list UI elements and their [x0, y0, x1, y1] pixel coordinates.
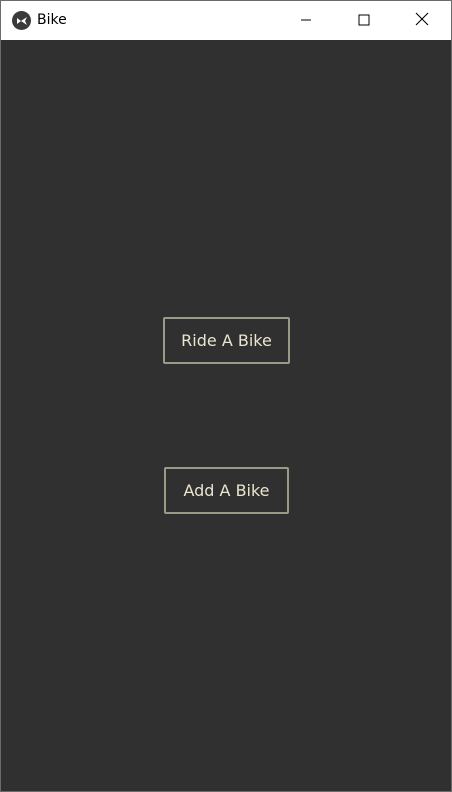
ride-a-bike-button[interactable]: Ride A Bike: [163, 317, 290, 364]
kivy-logo-icon: [12, 11, 31, 30]
close-icon: [415, 11, 429, 30]
main-content: Ride A Bike Add A Bike: [1, 40, 451, 791]
window-title: Bike: [37, 12, 67, 28]
app-window: Bike Ride A Bike Add A Bike: [0, 0, 452, 792]
maximize-icon: [358, 11, 370, 30]
maximize-button[interactable]: [335, 1, 393, 40]
close-button[interactable]: [393, 1, 451, 40]
minimize-button[interactable]: [277, 1, 335, 40]
add-a-bike-button[interactable]: Add A Bike: [164, 467, 289, 514]
minimize-icon: [300, 11, 312, 30]
title-bar[interactable]: Bike: [1, 1, 451, 40]
